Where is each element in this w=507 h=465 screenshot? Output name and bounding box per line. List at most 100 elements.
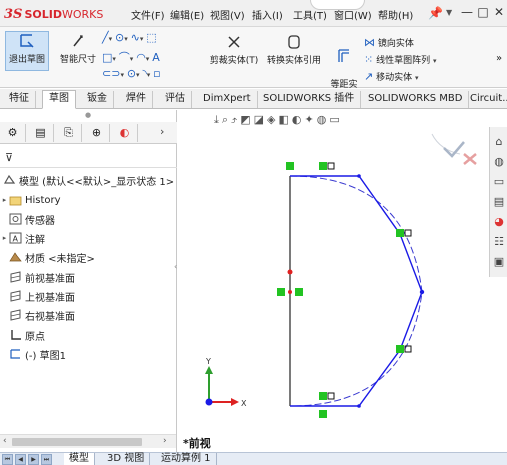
sketch-polyline[interactable]	[290, 175, 423, 407]
relation-badge-icon[interactable]	[396, 345, 404, 353]
expand-arrow-icon[interactable]: ▸	[0, 234, 9, 242]
menu-insert[interactable]: 插入(I)	[252, 7, 283, 22]
tab-sheet-metal[interactable]: 钣金	[81, 91, 114, 108]
tab-model[interactable]: 模型	[64, 453, 95, 465]
resources-icon[interactable]: ◍	[492, 155, 506, 169]
property-manager-tab-icon[interactable]: ▤	[28, 124, 54, 142]
solidworks-logo: 3S SOLID WORKS	[4, 6, 103, 22]
design-library-icon[interactable]: ▭	[492, 175, 506, 189]
home-icon[interactable]: ⌂	[492, 135, 506, 149]
tab-evaluate[interactable]: 评估	[159, 91, 192, 108]
filter-icon[interactable]: ⊽	[5, 151, 13, 164]
relation-badge-icon[interactable]	[286, 162, 294, 170]
expand-arrow-icon[interactable]: ▸	[0, 196, 9, 204]
tab-solidworks-addins[interactable]: SOLIDWORKS 插件	[257, 91, 362, 108]
relation-badge-icon[interactable]	[404, 229, 412, 237]
restore-button[interactable]: □	[476, 5, 490, 19]
origin-point[interactable]	[288, 290, 292, 294]
tree-item-material[interactable]: 材质 <未指定>	[0, 248, 95, 266]
configuration-manager-tab-icon[interactable]: ⎘	[56, 124, 82, 142]
tree-item-label: 上视基准面	[25, 292, 75, 304]
graphics-area[interactable]: ⤓⌕⤴◩◪◈◧◐✦◍▭ X Y *前视	[178, 110, 489, 452]
menu-help[interactable]: 帮助(H)	[378, 7, 413, 22]
tree-item-sensors[interactable]: 传感器	[0, 210, 55, 228]
menu-view[interactable]: 视图(V)	[210, 7, 245, 22]
mirror-entities-button[interactable]: ⋈ 镜向实体	[364, 36, 414, 49]
construction-arc[interactable]	[289, 175, 423, 407]
relation-badge-icon[interactable]	[319, 410, 327, 418]
prev-tab-arrow-icon[interactable]: ◀	[15, 454, 26, 465]
relation-badge-icon[interactable]	[319, 392, 327, 400]
offset-entities-button[interactable]: 等距实 体	[328, 37, 360, 103]
tab-motion-study-1[interactable]: 运动算例 1	[156, 453, 217, 465]
pin-menu-icon[interactable]: 📌	[428, 6, 443, 20]
sketch-point[interactable]	[419, 289, 425, 295]
file-explorer-icon[interactable]: ▤	[492, 195, 506, 209]
circle-icon: ⊙	[115, 31, 125, 44]
sketch-point[interactable]	[357, 404, 361, 408]
relation-badge-icon[interactable]	[396, 229, 404, 237]
forum-icon[interactable]: ▣	[492, 255, 506, 269]
tab-weldments[interactable]: 焊件	[120, 91, 153, 108]
slot-tools[interactable]: ⊂⊃▾ ⊙▾ ◝▾ ▫	[102, 67, 161, 80]
last-tab-arrow-icon[interactable]: ⏭	[41, 454, 52, 465]
scroll-right-icon[interactable]: ›	[163, 436, 167, 446]
fillet-icon: ◠	[136, 51, 146, 64]
tab-solidworks-mbd[interactable]: SOLIDWORKS MBD	[362, 91, 470, 108]
rect-tools[interactable]: □▾ ⌒▾ ◠▾ A	[102, 49, 160, 65]
tree-item-origin[interactable]: 原点	[0, 326, 45, 344]
tree-item-history[interactable]: ▸ History	[0, 191, 61, 209]
pane-grip-icon[interactable]: ●	[85, 111, 91, 119]
relation-badge-icon[interactable]	[327, 162, 335, 170]
ribbon-overflow-button[interactable]: »	[496, 53, 502, 64]
appearances-icon[interactable]: ◕	[492, 215, 506, 229]
move-icon: ↗	[364, 70, 374, 83]
tab-sketch[interactable]: 草图	[42, 90, 76, 109]
tree-item-label: 注解	[25, 234, 45, 246]
sketch-point[interactable]	[357, 174, 361, 178]
tree-item-top-plane[interactable]: 上视基准面	[0, 287, 75, 305]
custom-properties-icon[interactable]: ☷	[492, 235, 506, 249]
tree-item-sketch1[interactable]: (-) 草图1	[0, 345, 66, 363]
menu-file[interactable]: 文件(F)	[131, 7, 165, 22]
smart-dimension-button[interactable]: 智能尺寸	[60, 32, 96, 70]
tab-dimxpert[interactable]: DimXpert	[197, 91, 258, 108]
line-tools[interactable]: ╱▾ ⊙▾ ∿▾ ⬚	[102, 31, 157, 44]
sketch-canvas[interactable]: X Y	[178, 110, 489, 452]
close-button[interactable]: ✕	[492, 5, 506, 19]
convert-entities-button[interactable]: 转换实体引用	[264, 33, 324, 71]
relation-badge-icon[interactable]	[327, 392, 335, 400]
next-tab-arrow-icon[interactable]: ▶	[28, 454, 39, 465]
linear-pattern-button[interactable]: ⁙ 线性草图阵列 ▾	[364, 53, 437, 66]
tab-circuit[interactable]: Circuit...	[464, 91, 507, 108]
tree-item-front-plane[interactable]: 前视基准面	[0, 268, 75, 286]
dimxpert-manager-tab-icon[interactable]: ⊕	[84, 124, 110, 142]
pin-dropdown-icon[interactable]: ▼	[446, 8, 452, 17]
tree-horizontal-scrollbar[interactable]: ‹ ›	[0, 434, 176, 448]
relation-badge-icon[interactable]	[319, 162, 327, 170]
triad-z-axis	[205, 398, 213, 406]
move-entities-button[interactable]: ↗ 移动实体 ▾	[364, 70, 419, 83]
first-tab-arrow-icon[interactable]: ⏮	[2, 454, 13, 465]
relation-badge-icon[interactable]	[277, 288, 285, 296]
filter-separator	[0, 167, 177, 168]
scroll-left-icon[interactable]: ‹	[3, 436, 7, 446]
trim-entities-button[interactable]: 剪裁实体(T)	[206, 33, 262, 71]
scroll-thumb[interactable]	[12, 438, 142, 446]
menu-edit[interactable]: 编辑(E)	[170, 7, 204, 22]
offset-entities-icon	[338, 49, 349, 62]
relation-badge-icon[interactable]	[295, 288, 303, 296]
tab-3d-views[interactable]: 3D 视图	[102, 453, 151, 465]
tree-item-label: 传感器	[25, 215, 55, 227]
exit-sketch-button[interactable]: 退出草图	[5, 31, 49, 71]
task-pane-tabs: ⌂ ◍ ▭ ▤ ◕ ☷ ▣	[489, 127, 507, 277]
minimize-button[interactable]: —	[460, 5, 474, 19]
tree-item-annotations[interactable]: ▸ A 注解	[0, 229, 45, 247]
pane-tabs-scroll-right-icon[interactable]: ›	[160, 125, 164, 138]
midpoint-marker[interactable]	[287, 269, 293, 275]
tab-features[interactable]: 特征	[3, 91, 36, 108]
display-manager-tab-icon[interactable]: ◐	[112, 124, 138, 142]
feature-tree-tab-icon[interactable]: ⚙	[0, 124, 26, 142]
tree-item-right-plane[interactable]: 右视基准面	[0, 306, 75, 324]
tree-root-model[interactable]: 模型 (默认<<默认>_显示状态 1>	[3, 171, 174, 189]
